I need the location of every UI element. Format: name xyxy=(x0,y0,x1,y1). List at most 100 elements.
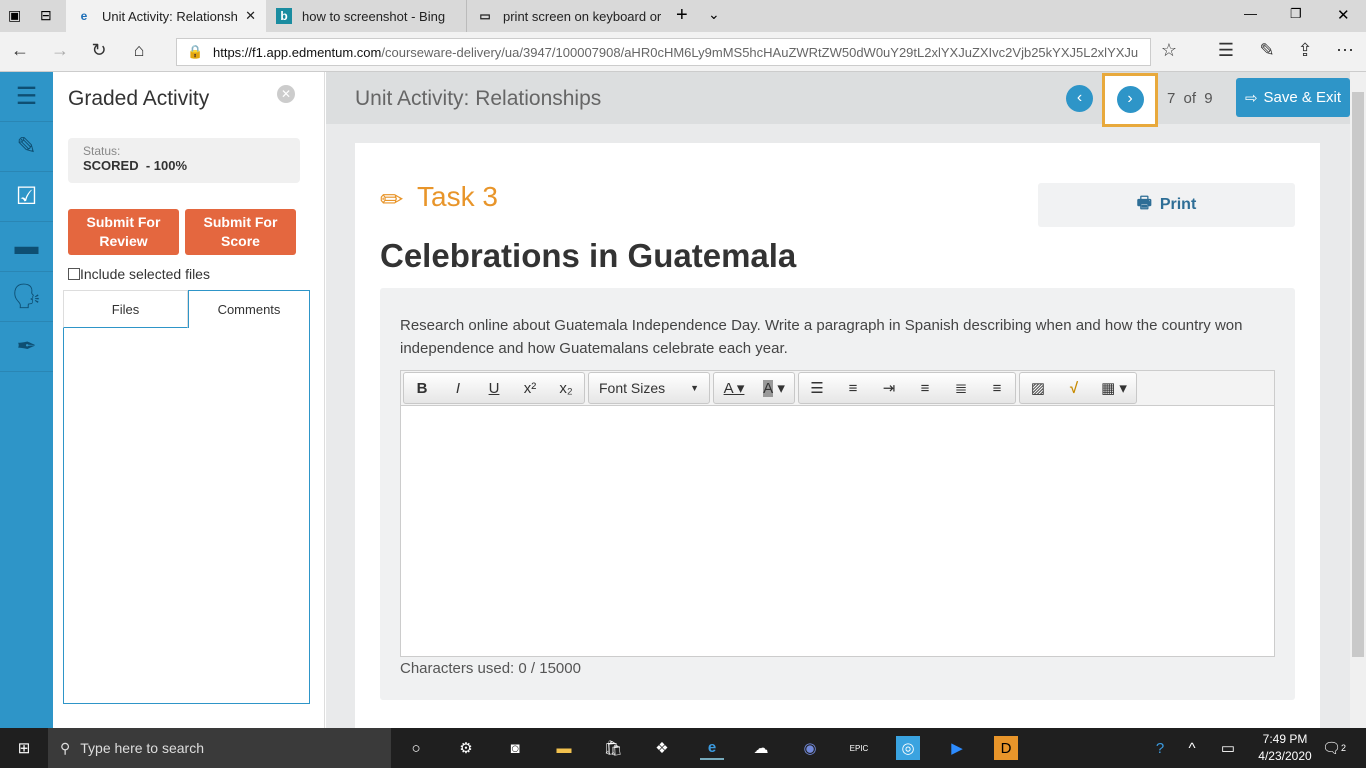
camera-icon[interactable]: ◙ xyxy=(503,736,527,760)
align-center-button[interactable]: ≣ xyxy=(943,373,979,403)
page-indicator: 7 of 9 xyxy=(1167,90,1213,107)
chevron-right-icon: › xyxy=(1116,86,1144,113)
include-files-checkbox[interactable] xyxy=(68,268,80,280)
table-button[interactable]: ▦ ▾ xyxy=(1092,373,1136,403)
printer-icon: 🖶 xyxy=(1136,194,1152,212)
prompt-text: Research online about Guatemala Independ… xyxy=(400,317,1243,357)
forward-icon[interactable]: → xyxy=(48,40,72,61)
help-alert-icon[interactable]: ? xyxy=(1148,736,1172,760)
touchpad-icon[interactable]: ▭ xyxy=(1216,736,1240,760)
tab-bing[interactable]: b how to screenshot - Bing xyxy=(266,0,466,32)
show-hidden-icons-chevron[interactable]: ^ xyxy=(1180,736,1204,760)
epic-games-icon[interactable]: EPIC xyxy=(847,736,871,760)
tab-list-chevron-icon[interactable]: ⌄ xyxy=(708,6,720,23)
windows-start-icon[interactable]: ⊞ xyxy=(12,736,36,760)
activity-title: Unit Activity: Relationships xyxy=(355,87,602,110)
task-card: ✏ Task 3 🖶 Print Celebrations in Guatemal… xyxy=(355,143,1320,743)
url-field[interactable]: 🔒 https://f1.app.edmentum.com/courseware-… xyxy=(176,38,1151,66)
edit-notes-icon[interactable]: ✎ xyxy=(0,122,53,172)
zoom-icon[interactable]: ▶ xyxy=(945,736,969,760)
bullet-list-button[interactable]: ☰ xyxy=(799,373,835,403)
onedrive-icon[interactable]: ☁ xyxy=(749,736,773,760)
page-scrollbar[interactable] xyxy=(1350,72,1366,728)
lock-icon: 🔒 xyxy=(187,44,204,59)
response-editor[interactable] xyxy=(400,406,1275,657)
align-left-button[interactable]: ≡ xyxy=(907,373,943,403)
submit-for-review-button[interactable]: Submit For Review xyxy=(68,209,179,255)
text-to-speech-icon[interactable]: 🗣 xyxy=(0,272,53,322)
refresh-icon[interactable]: ↻ xyxy=(87,40,111,61)
submit-for-score-button[interactable]: Submit For Score xyxy=(185,209,296,255)
tab-actions-icon[interactable]: ▣ xyxy=(8,7,21,24)
background-color-button[interactable]: A ▾ xyxy=(754,373,794,403)
app-d-icon[interactable]: D xyxy=(994,736,1018,760)
subscript-button[interactable]: x₂ xyxy=(548,373,584,403)
set-aside-tabs-icon[interactable]: ⊟ xyxy=(40,7,52,24)
share-icon[interactable]: ⇪ xyxy=(1293,40,1317,61)
status-value: SCORED - 100% xyxy=(83,158,188,173)
edge-taskbar-icon[interactable]: e xyxy=(700,736,724,760)
status-box: Status: SCORED - 100% xyxy=(68,138,300,183)
restore-icon[interactable]: ❐ xyxy=(1290,6,1302,22)
tab-comments[interactable]: Comments xyxy=(188,290,310,328)
pen-icon[interactable]: ✎ xyxy=(1255,40,1279,61)
close-window-icon[interactable]: ✕ xyxy=(1337,6,1350,24)
panel-title: Graded Activity xyxy=(68,87,210,110)
superscript-button[interactable]: x² xyxy=(512,373,548,403)
bing-icon: b xyxy=(276,8,292,24)
highlighter-icon[interactable]: ✒ xyxy=(0,322,53,372)
character-count: Characters used: 0 / 15000 xyxy=(400,660,581,677)
more-icon[interactable]: ⋯ xyxy=(1333,40,1357,61)
edge-icon: e xyxy=(80,9,88,23)
previous-page-button[interactable]: ‹ xyxy=(1066,85,1093,112)
close-panel-icon[interactable]: ✕ xyxy=(277,85,295,103)
favorite-star-icon[interactable]: ☆ xyxy=(1157,40,1181,61)
tab-unit-activity[interactable]: e Unit Activity: Relationsh ✕ xyxy=(66,0,266,32)
image-button[interactable]: ▨ xyxy=(1020,373,1056,403)
save-exit-button[interactable]: ⇨ Save & Exit xyxy=(1236,78,1350,117)
align-right-button[interactable]: ≡ xyxy=(979,373,1015,403)
font-sizes-dropdown[interactable]: Font Sizes ▼ xyxy=(588,372,710,404)
tab-print-screen[interactable]: ▭ print screen on keyboard or xyxy=(466,0,666,32)
pencil-icon: ✏ xyxy=(380,184,404,215)
new-tab-icon[interactable]: + xyxy=(676,4,688,27)
dropbox-icon[interactable]: ❖ xyxy=(650,736,674,760)
exit-icon: ⇨ xyxy=(1244,89,1258,107)
back-icon[interactable]: ← xyxy=(8,40,32,61)
windows-taskbar: ⊞ ⚲ Type here to search ○ ⚙ ◙ ▬ 🛍 ❖ e ☁ ◉… xyxy=(0,728,1366,768)
list-icon[interactable]: ☰ xyxy=(0,72,53,122)
task-label: Task 3 xyxy=(417,181,498,212)
folder-icon[interactable]: ▬ xyxy=(0,222,53,272)
minimize-icon[interactable]: — xyxy=(1244,6,1257,21)
discord-icon[interactable]: ◉ xyxy=(798,736,822,760)
settings-icon[interactable]: ⚙ xyxy=(454,736,478,760)
browser-tab-bar: ▣ ⊟ e Unit Activity: Relationsh ✕ b how to … xyxy=(0,0,1366,32)
browser-app-icon[interactable]: ◎ xyxy=(896,736,920,760)
graded-activity-panel: Graded Activity ✕ Status: SCORED - 100% … xyxy=(53,72,325,728)
include-files-row: Include selected files xyxy=(68,266,210,282)
taskbar-search[interactable]: ⚲ Type here to search xyxy=(48,728,391,768)
file-explorer-icon[interactable]: ▬ xyxy=(552,736,576,760)
text-color-button[interactable]: A ▾ xyxy=(714,373,754,403)
print-button[interactable]: 🖶 Print xyxy=(1038,183,1295,227)
tab-files[interactable]: Files xyxy=(63,290,188,328)
notifications-icon[interactable]: 🗨 2 xyxy=(1322,736,1346,760)
page-icon: ▭ xyxy=(479,9,491,23)
equation-button[interactable]: √ xyxy=(1056,373,1092,403)
home-icon[interactable]: ⌂ xyxy=(127,40,151,61)
graded-activity-icon[interactable]: ☑ xyxy=(0,172,53,222)
italic-button[interactable]: I xyxy=(440,373,476,403)
prompt-box: Research online about Guatemala Independ… xyxy=(380,288,1295,700)
comments-area[interactable] xyxy=(63,328,310,704)
bold-button[interactable]: B xyxy=(404,373,440,403)
clock[interactable]: 7:49 PM 4/23/2020 xyxy=(1252,731,1318,765)
indent-button[interactable]: ⇥ xyxy=(871,373,907,403)
cortana-icon[interactable]: ○ xyxy=(404,736,428,760)
store-icon[interactable]: 🛍 xyxy=(601,736,625,760)
favorites-icon[interactable]: ☰ xyxy=(1214,40,1238,61)
underline-button[interactable]: U xyxy=(476,373,512,403)
close-tab-icon[interactable]: ✕ xyxy=(245,8,256,24)
editor-toolbar: B I Ux² x₂ Font Sizes ▼ A ▾ A ▾ ☰ ≡ ⇥ ≡ ≣ ≡ ▨ √ ▦ ▾ xyxy=(400,370,1275,406)
numbered-list-button[interactable]: ≡ xyxy=(835,373,871,403)
next-page-button[interactable]: › xyxy=(1102,73,1158,127)
